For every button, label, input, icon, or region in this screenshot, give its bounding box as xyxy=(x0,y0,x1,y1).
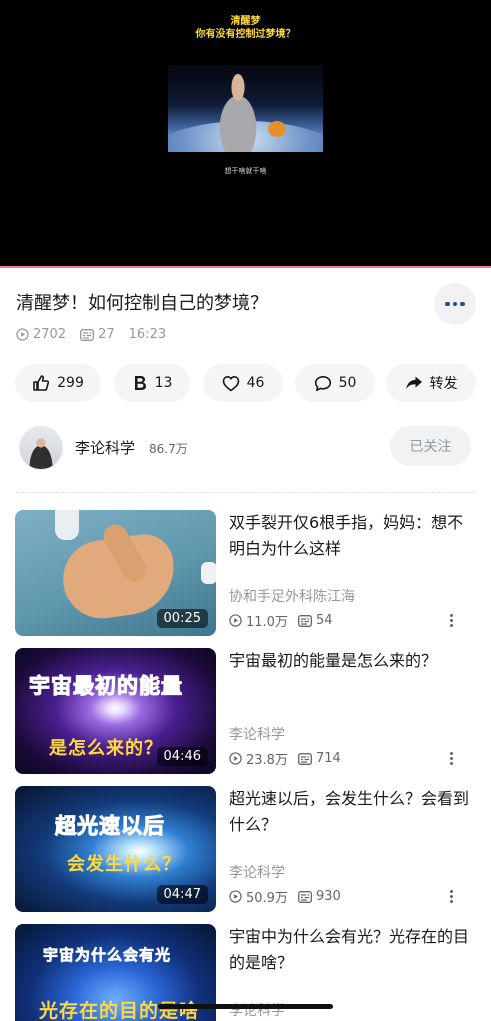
item-more-button[interactable] xyxy=(450,752,453,765)
item-more-button[interactable] xyxy=(450,614,453,627)
comment-button[interactable]: 50 xyxy=(295,364,375,402)
like-count: 299 xyxy=(57,375,84,391)
heart-icon xyxy=(222,375,239,391)
duration-badge: 04:46 xyxy=(156,747,208,766)
danmaku-icon xyxy=(80,328,95,341)
recommendation-item[interactable]: 超光速以后 会发生什么？ 04:47 超光速以后，会发生什么？会看到什么？ 李论… xyxy=(0,786,491,912)
recommendation-title[interactable]: 超光速以后，会发生什么？会看到什么？ xyxy=(229,786,469,838)
video-title: 清醒梦！如何控制自己的梦境？ xyxy=(16,293,268,314)
video-thumbnail: 超光速以后 会发生什么？ 04:47 xyxy=(15,786,216,912)
recommendation-author: 协和手足外科陈江海 xyxy=(229,589,355,605)
share-icon xyxy=(405,376,422,390)
thumb-up-icon xyxy=(33,375,50,391)
coin-count: 13 xyxy=(154,375,173,391)
video-thumbnail: 宇宙最初的能量 是怎么来的？ 04:46 xyxy=(15,648,216,774)
play-count-icon xyxy=(229,614,242,627)
danmaku-icon xyxy=(298,614,312,627)
uploader-followers: 86.7万 xyxy=(149,442,188,456)
coin-button[interactable]: 13 xyxy=(114,364,190,402)
danmaku-icon xyxy=(298,752,312,765)
danmaku-count: 930 xyxy=(315,889,341,904)
recommendation-title[interactable]: 宇宙最初的能量是怎么来的？ xyxy=(229,648,469,674)
danmaku-count: 714 xyxy=(315,751,341,766)
home-indicator xyxy=(158,1004,333,1009)
view-count: 50.9万 xyxy=(246,891,288,906)
view-count: 23.8万 xyxy=(246,753,288,768)
recommendation-title[interactable]: 宇宙中为什么会有光？光存在的目的是啥？ xyxy=(229,924,469,976)
coin-b-icon xyxy=(134,376,146,390)
danmaku-icon xyxy=(298,890,312,903)
uploader-name[interactable]: 李论科学 xyxy=(75,437,135,458)
play-count-icon xyxy=(229,752,242,765)
favorite-count: 46 xyxy=(246,375,265,391)
comment-icon xyxy=(314,375,331,391)
danmaku-count: 54 xyxy=(315,613,333,628)
favorite-button[interactable]: 46 xyxy=(203,364,283,402)
item-more-button[interactable] xyxy=(450,890,453,903)
uploader-avatar[interactable] xyxy=(19,426,63,470)
player-caption-subtitle: 你有没有控制过梦境？ xyxy=(195,29,296,40)
video-stats: 2702 27 16:23 xyxy=(16,327,180,342)
player-caption-title: 清醒梦 xyxy=(230,16,261,27)
play-count-icon xyxy=(229,890,242,903)
share-label: 转发 xyxy=(429,376,458,392)
progress-fill xyxy=(0,266,491,268)
divider xyxy=(16,492,475,493)
recommendation-item[interactable]: 00:25 双手裂开仅6根手指，妈妈：想不明白为什么这样 协和手足外科陈江海 1… xyxy=(0,510,491,636)
share-button[interactable]: 转发 xyxy=(386,364,476,402)
video-player[interactable]: 清醒梦 你有没有控制过梦境？ 想干啥就干啥 xyxy=(0,0,491,268)
video-subtitle: 想干啥就干啥 xyxy=(224,167,267,175)
danmaku-count: 27 xyxy=(98,327,115,342)
recommendation-author: 李论科学 xyxy=(229,1003,285,1019)
follow-button[interactable]: 已关注 xyxy=(390,426,471,466)
duration-badge: 00:25 xyxy=(156,609,208,628)
recommendation-author: 李论科学 xyxy=(229,727,285,743)
recommendation-author: 李论科学 xyxy=(229,865,285,881)
more-dots-icon xyxy=(445,301,450,307)
play-count-icon xyxy=(16,328,29,341)
video-frame xyxy=(168,65,323,152)
view-count: 2702 xyxy=(33,327,67,342)
video-thumbnail: 00:25 xyxy=(15,510,216,636)
comment-count: 50 xyxy=(338,375,357,391)
publish-time: 16:23 xyxy=(128,327,167,342)
view-count: 11.0万 xyxy=(246,615,288,630)
recommendation-item[interactable]: 宇宙最初的能量 是怎么来的？ 04:46 宇宙最初的能量是怎么来的？ 李论科学 … xyxy=(0,648,491,774)
more-options-button[interactable] xyxy=(434,283,476,325)
recommendation-title[interactable]: 双手裂开仅6根手指，妈妈：想不明白为什么这样 xyxy=(229,510,469,562)
duration-badge: 04:47 xyxy=(156,885,208,904)
like-button[interactable]: 299 xyxy=(15,364,101,402)
